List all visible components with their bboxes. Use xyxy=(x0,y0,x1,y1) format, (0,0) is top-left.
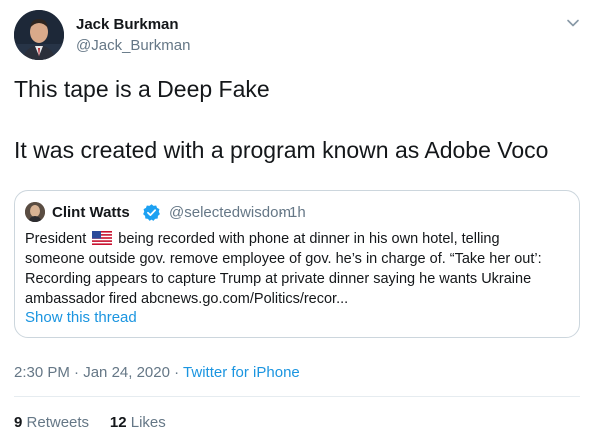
show-thread-link[interactable]: Show this thread xyxy=(25,309,137,326)
likes-label: Likes xyxy=(130,414,166,431)
divider xyxy=(14,396,580,397)
separator-dot: · xyxy=(174,364,180,381)
quoted-author-name: Clint Watts xyxy=(52,204,130,221)
tweet-source-link[interactable]: Twitter for iPhone xyxy=(183,364,300,381)
tweet-time[interactable]: 2:30 PM xyxy=(14,364,70,381)
likes-stat[interactable]: 12 Likes xyxy=(110,414,166,431)
quoted-text-fragment: being recorded with phone at dinner in h… xyxy=(118,231,500,247)
author-name[interactable]: Jack Burkman xyxy=(76,16,179,33)
quoted-text-fragment: President xyxy=(25,231,87,247)
quoted-text-line: ambassador fired abcnews.go.com/Politics… xyxy=(25,291,349,307)
quoted-text-line: someone outside gov. remove employee of … xyxy=(25,251,542,267)
author-avatar[interactable] xyxy=(14,10,64,60)
tweet-stats: 9 Retweets 12 Likes xyxy=(14,414,166,431)
tweet-text-line: It was created with a program known as A… xyxy=(14,137,549,163)
retweets-stat[interactable]: 9 Retweets xyxy=(14,414,89,431)
quoted-timestamp: 1h xyxy=(289,204,306,221)
chevron-down-icon[interactable] xyxy=(566,16,580,30)
separator-dot: · xyxy=(74,364,80,381)
quoted-author-avatar xyxy=(25,202,45,222)
separator-dot: · xyxy=(279,204,284,221)
tweet-text-line: This tape is a Deep Fake xyxy=(14,76,270,102)
author-handle[interactable]: @Jack_Burkman xyxy=(76,37,190,54)
likes-count: 12 xyxy=(109,414,127,431)
quoted-tweet[interactable]: Clint Watts @selectedwisdom · 1h Preside… xyxy=(14,190,580,338)
retweets-count: 9 xyxy=(14,414,23,431)
tweet-meta: 2:30 PM · Jan 24, 2020 · Twitter for iPh… xyxy=(14,364,300,381)
verified-badge-icon xyxy=(142,203,161,222)
tweet-date[interactable]: Jan 24, 2020 xyxy=(83,364,170,381)
retweets-label: Retweets xyxy=(26,414,90,431)
quoted-tweet-text: President being recorded with phone at d… xyxy=(25,229,571,309)
tweet-card: Jack Burkman @Jack_Burkman This tape is … xyxy=(0,0,594,444)
us-flag-icon xyxy=(92,231,113,245)
quoted-author-handle: @selectedwisdom xyxy=(169,204,291,221)
quoted-text-line: Recording appears to capture Trump at pr… xyxy=(25,271,532,287)
